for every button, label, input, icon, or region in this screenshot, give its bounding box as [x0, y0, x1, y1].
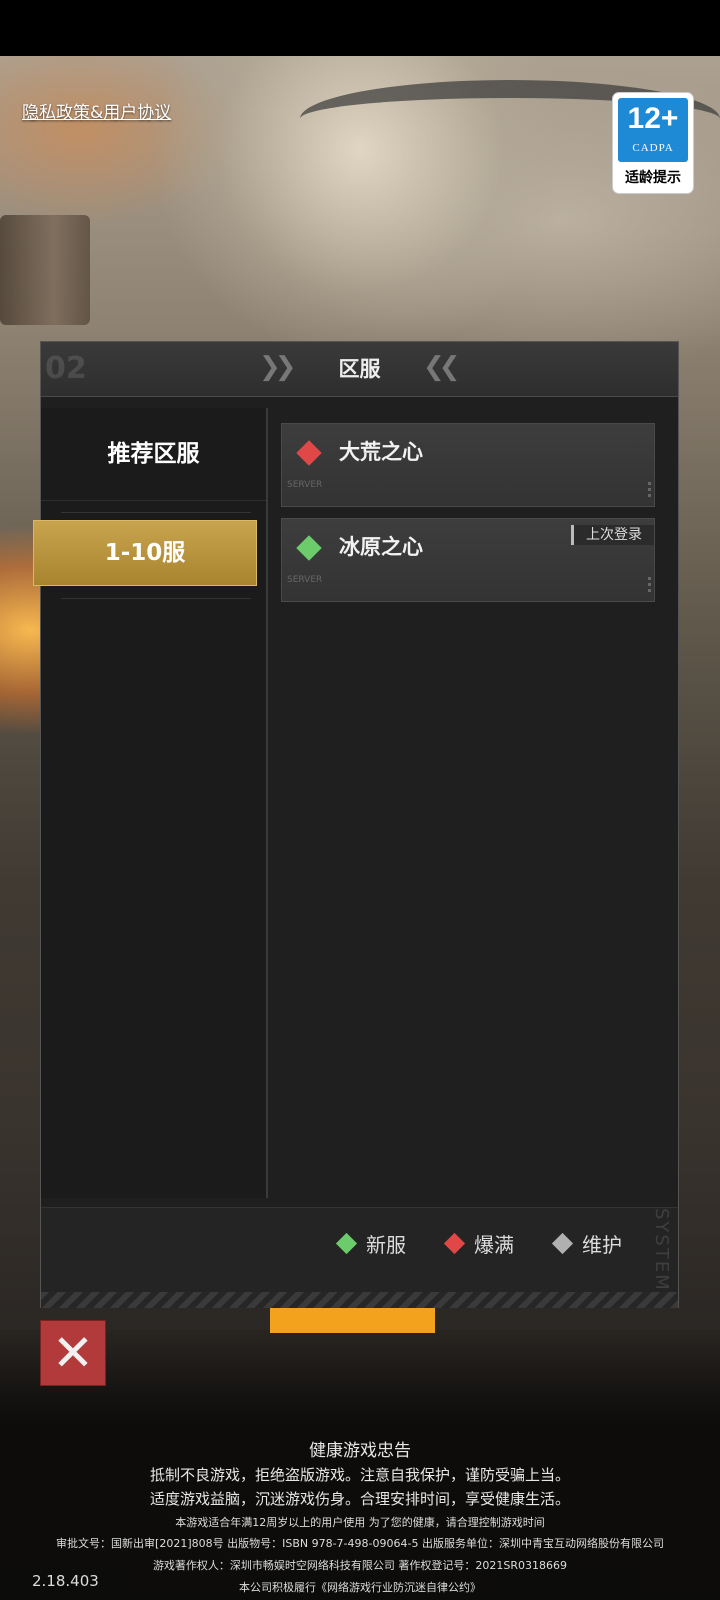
health-advice-line: 适度游戏益脑，沉迷游戏伤身。合理安排时间，享受健康生活。	[149, 1490, 570, 1508]
legend-label: 爆满	[474, 1232, 514, 1257]
age-rating-org: CADPA	[632, 142, 674, 154]
legend-item-new: 新服	[335, 1228, 406, 1258]
hazard-stripe	[41, 1292, 678, 1308]
health-advice-line: 抵制不良游戏，拒绝盗版游戏。注意自我保护，谨防受骗上当。	[149, 1466, 570, 1484]
age-rating-badge: 12+ CADPA 适龄提示	[613, 93, 693, 193]
divider	[61, 598, 251, 599]
tab-recommended-servers[interactable]: 推荐区服	[41, 408, 266, 501]
privacy-policy-link[interactable]: 隐私政策&用户协议	[22, 98, 171, 123]
start-game-button[interactable]	[270, 1307, 435, 1333]
server-name: 冰原之心	[339, 535, 423, 559]
tab-server-group-1-10[interactable]: 1-10服	[33, 520, 257, 586]
version-label: 2.18.403	[32, 1572, 99, 1590]
divider	[61, 512, 251, 513]
anti-addiction-notice: 本公司积极履行《网络游戏行业防沉迷自律公约》	[239, 1581, 481, 1594]
age-notice: 本游戏适合年满12周岁以上的用户使用 为了您的健康，请合理控制游戏时间	[175, 1516, 545, 1529]
dialog-title: 区服	[338, 357, 381, 381]
side-decoration-text: SYSTEM	[651, 1208, 672, 1292]
diamond-green-icon	[335, 1232, 358, 1254]
diamond-red-icon	[443, 1232, 466, 1254]
chevron-left-icon: ❮❮	[423, 352, 460, 382]
more-dots-icon	[648, 482, 651, 500]
status-bar	[0, 0, 720, 56]
legend-item-full: 爆满	[443, 1228, 514, 1258]
status-full-icon	[296, 440, 322, 466]
last-login-badge: 上次登录	[571, 525, 654, 545]
legend-label: 新服	[366, 1232, 406, 1257]
approval-info: 审批文号：国新出审[2021]808号 出版物号：ISBN 978-7-498-…	[56, 1537, 664, 1550]
server-item[interactable]: 冰原之心 上次登录 SERVER	[281, 518, 655, 602]
more-dots-icon	[648, 577, 651, 595]
status-legend-bar: 新服 爆满 维护 SYSTEM	[41, 1207, 678, 1308]
health-advice-title: 健康游戏忠告	[309, 1441, 411, 1461]
close-icon: ✕	[52, 1324, 94, 1382]
dialog-header: 02 ❯❯ 区服 ❮❮	[41, 342, 678, 397]
server-card-decoration: SERVER	[287, 575, 323, 585]
age-rating-tip: 适龄提示	[625, 170, 681, 186]
legend-label: 维护	[582, 1232, 622, 1257]
age-rating-number: 12+	[627, 102, 679, 135]
server-item[interactable]: 大荒之心 SERVER	[281, 423, 655, 507]
age-rating-panel: 12+ CADPA	[618, 98, 688, 162]
background-machine	[0, 215, 90, 325]
server-card-decoration: SERVER	[287, 480, 323, 490]
close-button[interactable]: ✕	[40, 1320, 106, 1386]
server-select-dialog: 02 ❯❯ 区服 ❮❮ 推荐区服 1-10服 大荒之心 SERVER 冰原之心 …	[33, 342, 678, 1308]
server-name: 大荒之心	[339, 440, 423, 464]
copyright-info: 游戏著作权人：深圳市畅娱时空网络科技有限公司 著作权登记号：2021SR0318…	[152, 1559, 568, 1572]
diamond-gray-icon	[551, 1232, 574, 1254]
legend-item-maintenance: 维护	[551, 1228, 622, 1258]
status-new-icon	[296, 535, 322, 561]
